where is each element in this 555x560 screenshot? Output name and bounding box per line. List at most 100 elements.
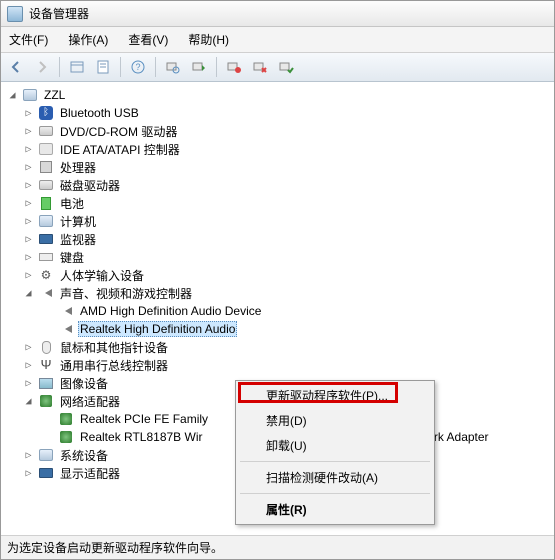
app-icon bbox=[7, 6, 23, 22]
category-label: 人体学输入设备 bbox=[58, 267, 146, 284]
display-icon bbox=[38, 465, 54, 481]
network-icon bbox=[38, 393, 54, 409]
category-disk[interactable]: ▷ 磁盘驱动器 bbox=[3, 176, 552, 194]
category-bluetooth[interactable]: ▷ ᛒ Bluetooth USB bbox=[3, 104, 552, 122]
device-realtek-audio[interactable]: Realtek High Definition Audio bbox=[3, 320, 552, 338]
scan-hardware-button[interactable] bbox=[162, 56, 184, 78]
help-button[interactable]: ? bbox=[127, 56, 149, 78]
disc-icon bbox=[38, 123, 54, 139]
imaging-icon bbox=[38, 375, 54, 391]
menu-help[interactable]: 帮助(H) bbox=[184, 29, 233, 50]
expander-icon[interactable]: ▷ bbox=[23, 270, 34, 281]
category-label: 图像设备 bbox=[58, 375, 110, 392]
category-hid[interactable]: ▷ ⚙ 人体学输入设备 bbox=[3, 266, 552, 284]
ctx-update-driver[interactable]: 更新驱动程序软件(P)... bbox=[238, 383, 432, 408]
category-label: 处理器 bbox=[58, 159, 98, 176]
battery-icon bbox=[38, 195, 54, 211]
menu-bar: 文件(F) 操作(A) 查看(V) 帮助(H) bbox=[1, 27, 554, 53]
ctx-divider bbox=[240, 493, 430, 494]
show-hidden-button[interactable] bbox=[66, 56, 88, 78]
category-mouse[interactable]: ▷ 鼠标和其他指针设备 bbox=[3, 338, 552, 356]
menu-view[interactable]: 查看(V) bbox=[124, 29, 172, 50]
category-label: 鼠标和其他指针设备 bbox=[58, 339, 170, 356]
category-label: DVD/CD-ROM 驱动器 bbox=[58, 123, 179, 140]
category-computer[interactable]: ▷ 计算机 bbox=[3, 212, 552, 230]
expander-icon[interactable]: ▷ bbox=[23, 252, 34, 263]
properties-button[interactable] bbox=[92, 56, 114, 78]
category-cpu[interactable]: ▷ 处理器 bbox=[3, 158, 552, 176]
toolbar: ? bbox=[1, 53, 554, 82]
root-label: ZZL bbox=[42, 88, 67, 102]
back-button[interactable] bbox=[5, 56, 27, 78]
toolbar-separator bbox=[216, 57, 217, 77]
category-label: 磁盘驱动器 bbox=[58, 177, 122, 194]
category-label: 通用串行总线控制器 bbox=[58, 357, 170, 374]
monitor-icon bbox=[38, 231, 54, 247]
category-battery[interactable]: ▷ 电池 bbox=[3, 194, 552, 212]
device-label: AMD High Definition Audio Device bbox=[78, 304, 263, 318]
category-usb[interactable]: ▷ Ψ 通用串行总线控制器 bbox=[3, 356, 552, 374]
usb-icon: Ψ bbox=[38, 357, 54, 373]
cpu-icon bbox=[38, 159, 54, 175]
expander-icon[interactable]: ▷ bbox=[23, 144, 34, 155]
expander-icon[interactable]: ▷ bbox=[23, 378, 34, 389]
category-label: 计算机 bbox=[58, 213, 98, 230]
ctx-properties[interactable]: 属性(R) bbox=[238, 497, 432, 522]
expander-icon[interactable]: ▷ bbox=[23, 450, 34, 461]
disable-button[interactable] bbox=[249, 56, 271, 78]
category-label: 显示适配器 bbox=[58, 465, 122, 482]
sound-icon bbox=[38, 285, 54, 301]
forward-button[interactable] bbox=[31, 56, 53, 78]
device-label: Realtek RTL8187B Wir bbox=[78, 430, 205, 444]
update-driver-button[interactable] bbox=[188, 56, 210, 78]
expander-icon[interactable]: ▷ bbox=[23, 234, 34, 245]
device-amd-audio[interactable]: AMD High Definition Audio Device bbox=[3, 302, 552, 320]
expander-icon[interactable]: ▷ bbox=[23, 108, 34, 119]
status-text: 为选定设备启动更新驱动程序软件向导。 bbox=[7, 541, 223, 555]
ctx-disable[interactable]: 禁用(D) bbox=[238, 408, 432, 433]
computer-icon bbox=[22, 87, 38, 103]
expander-icon[interactable]: ▷ bbox=[23, 342, 34, 353]
sound-icon bbox=[58, 303, 74, 319]
category-ide[interactable]: ▷ IDE ATA/ATAPI 控制器 bbox=[3, 140, 552, 158]
title-bar: 设备管理器 bbox=[1, 1, 554, 27]
category-dvd[interactable]: ▷ DVD/CD-ROM 驱动器 bbox=[3, 122, 552, 140]
toolbar-separator bbox=[120, 57, 121, 77]
toolbar-separator bbox=[155, 57, 156, 77]
ctx-divider bbox=[240, 461, 430, 462]
bluetooth-icon: ᛒ bbox=[38, 105, 54, 121]
expander-spacer bbox=[43, 432, 54, 443]
hid-icon: ⚙ bbox=[38, 267, 54, 283]
category-keyboard[interactable]: ▷ 键盘 bbox=[3, 248, 552, 266]
expander-icon[interactable]: ▷ bbox=[23, 216, 34, 227]
category-label: 监视器 bbox=[58, 231, 98, 248]
menu-action[interactable]: 操作(A) bbox=[64, 29, 112, 50]
expander-icon[interactable]: ▷ bbox=[23, 126, 34, 137]
enable-button[interactable] bbox=[275, 56, 297, 78]
sound-icon bbox=[58, 321, 74, 337]
expander-icon[interactable]: ◢ bbox=[23, 396, 34, 407]
category-monitor[interactable]: ▷ 监视器 bbox=[3, 230, 552, 248]
expander-icon[interactable]: ▷ bbox=[23, 162, 34, 173]
mouse-icon bbox=[38, 339, 54, 355]
category-label: 网络适配器 bbox=[58, 393, 122, 410]
expander-icon[interactable]: ▷ bbox=[23, 180, 34, 191]
expander-icon[interactable]: ▷ bbox=[23, 360, 34, 371]
disk-icon bbox=[38, 177, 54, 193]
category-sound[interactable]: ◢ 声音、视频和游戏控制器 bbox=[3, 284, 552, 302]
status-bar: 为选定设备启动更新驱动程序软件向导。 bbox=[1, 535, 554, 559]
tree-root[interactable]: ◢ ZZL bbox=[3, 86, 552, 104]
keyboard-icon bbox=[38, 249, 54, 265]
menu-file[interactable]: 文件(F) bbox=[5, 29, 52, 50]
window-title: 设备管理器 bbox=[29, 5, 89, 22]
expander-spacer bbox=[43, 306, 54, 317]
expander-icon[interactable]: ▷ bbox=[23, 198, 34, 209]
expander-icon[interactable]: ◢ bbox=[7, 90, 18, 101]
category-label: 键盘 bbox=[58, 249, 86, 266]
expander-icon[interactable]: ▷ bbox=[23, 468, 34, 479]
expander-icon[interactable]: ◢ bbox=[23, 288, 34, 299]
ctx-uninstall[interactable]: 卸载(U) bbox=[238, 433, 432, 458]
device-label: Realtek High Definition Audio bbox=[78, 321, 237, 337]
ctx-scan-hardware[interactable]: 扫描检测硬件改动(A) bbox=[238, 465, 432, 490]
uninstall-button[interactable] bbox=[223, 56, 245, 78]
